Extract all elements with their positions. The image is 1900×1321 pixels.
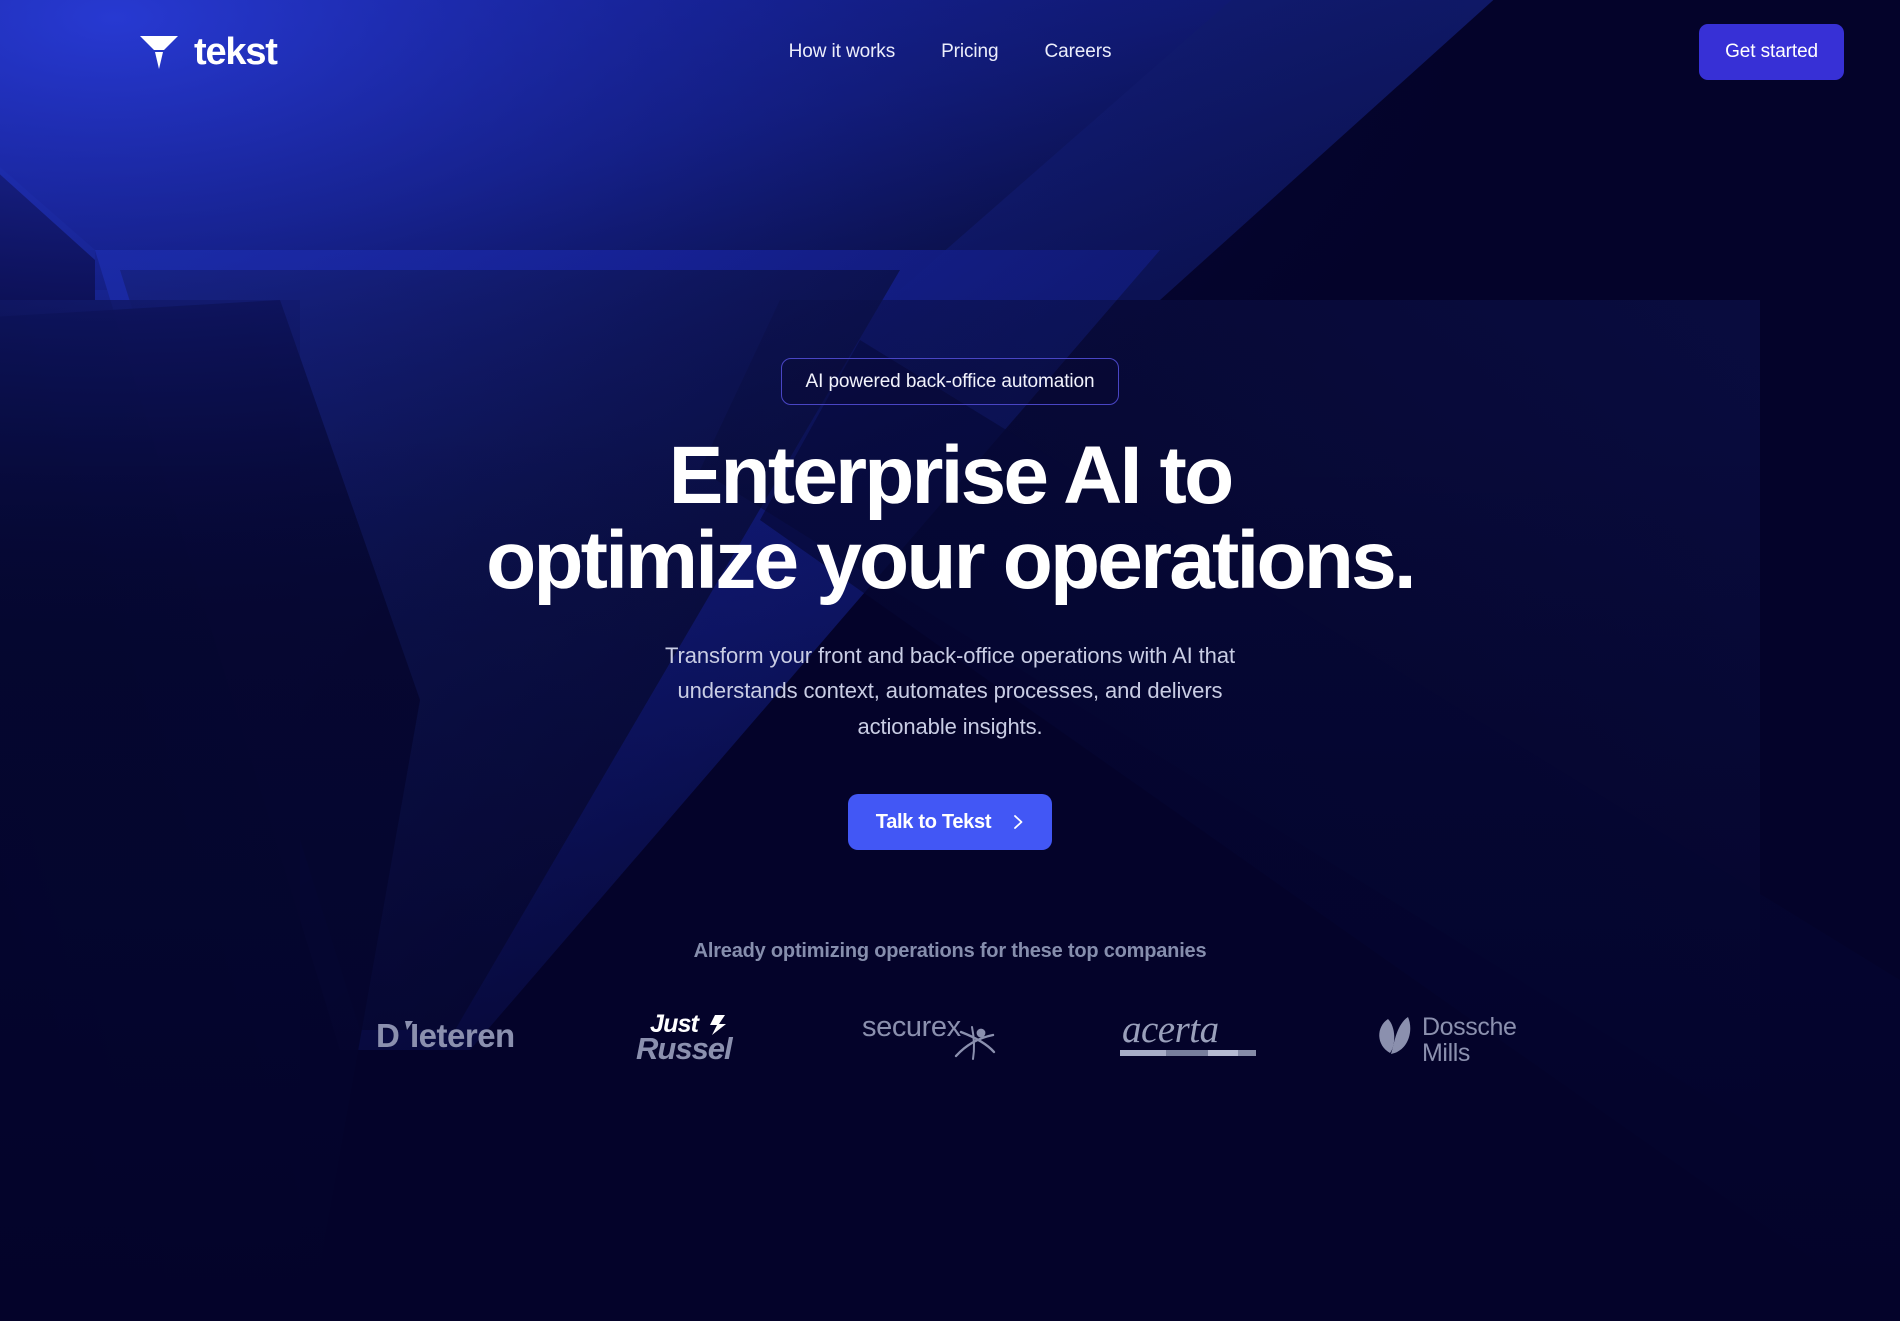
dossche-mills-logo-icon: Dossche Mills xyxy=(1379,1013,1517,1065)
get-started-button[interactable]: Get started xyxy=(1699,24,1844,80)
logo-securex: securex securex xyxy=(862,1001,1002,1071)
funnel-icon xyxy=(140,36,178,69)
site-header: tekst How it works Pricing Careers Get s… xyxy=(0,0,1900,104)
svg-text:securex: securex xyxy=(862,1011,962,1043)
dossche-mills-line-1: Dossche xyxy=(1422,1013,1516,1041)
hero-subheadline: Transform your front and back-office ope… xyxy=(665,642,1235,739)
primary-navigation: How it works Pricing Careers xyxy=(789,41,1112,63)
customer-logo-row: D'Ieteren D Ieteren Just Russel Just Rus… xyxy=(376,1001,1524,1071)
brand-name: tekst xyxy=(194,31,278,73)
svg-text:D: D xyxy=(376,1017,399,1054)
svg-text:acerta: acerta xyxy=(1122,1010,1219,1051)
logo-just-russel: Just Russel Just Russel xyxy=(636,1001,744,1071)
chevron-right-icon xyxy=(1014,815,1023,830)
dieteren-logo-icon: D Ieteren xyxy=(376,1017,515,1054)
dossche-mills-line-2: Mills xyxy=(1422,1039,1470,1065)
just-russel-line-2: Russel xyxy=(636,1031,734,1065)
talk-to-tekst-label: Talk to Tekst xyxy=(875,810,992,833)
hero-section: AI powered back-office automation Enterp… xyxy=(0,0,1900,851)
acerta-logo-icon: acerta xyxy=(1120,1010,1256,1056)
logo-dossche-mills: Dossche Mills Dossche Mills xyxy=(1374,1001,1524,1071)
securex-logo-icon: securex xyxy=(862,1011,996,1060)
social-proof-title: Already optimizing operations for these … xyxy=(693,940,1207,962)
landing-page: tekst How it works Pricing Careers Get s… xyxy=(0,0,1900,1321)
headline-line-1: Enterprise AI to xyxy=(668,430,1235,521)
nav-item-pricing[interactable]: Pricing xyxy=(941,41,998,63)
talk-to-tekst-button[interactable]: Talk to Tekst xyxy=(847,794,1053,851)
nav-item-careers[interactable]: Careers xyxy=(1044,41,1111,63)
nav-item-how-it-works[interactable]: How it works xyxy=(789,41,896,63)
svg-text:Ieteren: Ieteren xyxy=(410,1017,515,1054)
headline-line-2: optimize your operations. xyxy=(486,515,1417,607)
just-russel-logo-icon: Just Russel xyxy=(636,1010,735,1065)
logo-dieteren: D'Ieteren D Ieteren xyxy=(376,1001,518,1071)
hero-badge: AI powered back-office automation xyxy=(780,358,1120,405)
logo-acerta: acerta acerta xyxy=(1120,1001,1256,1071)
brand-logo-link[interactable]: tekst xyxy=(138,31,278,73)
social-proof-section: Already optimizing operations for these … xyxy=(0,940,1900,1071)
page-title: Enterprise AI to optimize your operation… xyxy=(486,430,1417,607)
